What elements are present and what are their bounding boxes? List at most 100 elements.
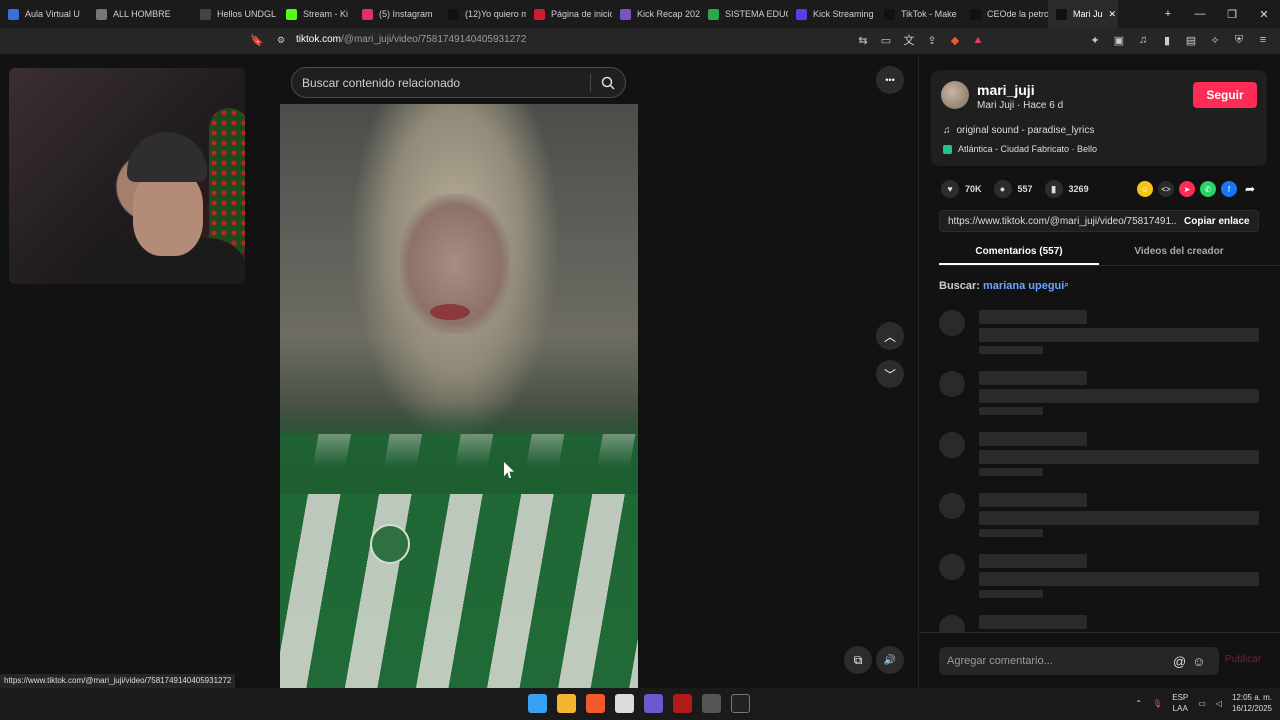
language-indicator[interactable]: ESP LAA xyxy=(1172,692,1188,714)
site-info-icon[interactable]: ⚙ xyxy=(277,35,285,46)
mention-icon[interactable]: @ xyxy=(1173,654,1186,669)
file-explorer-icon[interactable] xyxy=(557,694,576,713)
tab-favicon-icon xyxy=(286,8,297,20)
browser-tab[interactable]: ALL HOMBRE xyxy=(88,0,192,28)
pip-icon: ⧉ xyxy=(853,652,863,667)
menu-icon[interactable]: ≡ xyxy=(1256,33,1270,47)
related-search-input[interactable] xyxy=(302,75,582,90)
language-icon[interactable]: 文 xyxy=(902,33,916,47)
location-icon xyxy=(943,144,952,154)
copy-link-button[interactable]: Copiar enlace xyxy=(1184,216,1250,227)
heart-icon: ♥ xyxy=(941,180,959,198)
vpn-icon[interactable]: ⛨ xyxy=(1232,33,1246,47)
tab-creator-videos[interactable]: Videos del creador xyxy=(1099,240,1259,265)
new-tab-button[interactable]: + xyxy=(1152,0,1184,28)
repost-icon[interactable]: ☺ xyxy=(1137,181,1153,197)
translate-icon[interactable]: ⇆ xyxy=(856,33,870,47)
browser-tab[interactable]: Aula Virtual U xyxy=(0,0,88,28)
brave-shield-icon[interactable]: ◆ xyxy=(948,33,962,47)
picture-in-picture-button[interactable]: ⧉ xyxy=(844,646,872,674)
url-field[interactable]: tiktok.com/@mari_juji/video/758174914040… xyxy=(296,34,526,45)
tab-label: Hellos UNDGL xyxy=(217,9,277,19)
speaker-icon[interactable]: ◁ xyxy=(1216,699,1222,708)
comment-button[interactable]: ● 557 xyxy=(993,180,1033,198)
tab-favicon-icon xyxy=(8,8,19,20)
browser-tab[interactable]: Kick Streaming xyxy=(788,0,876,28)
clock[interactable]: 12:05 a. m. 16/12/2025 xyxy=(1232,692,1272,714)
browser-tab[interactable]: Página de inicio xyxy=(526,0,612,28)
follow-button[interactable]: Seguir xyxy=(1193,82,1257,108)
save-count: 3269 xyxy=(1068,184,1089,194)
browser-tab[interactable]: (12)Yo quiero m xyxy=(440,0,526,28)
browser-tab[interactable]: Hellos UNDGL xyxy=(192,0,278,28)
restore-button[interactable]: ❐ xyxy=(1216,0,1248,28)
creator-username[interactable]: mari_juji xyxy=(977,82,1035,98)
browser-tab[interactable]: SISTEMA EDUC xyxy=(700,0,788,28)
save-button[interactable]: ▮ 3269 xyxy=(1044,180,1089,198)
network-icon[interactable]: ▭ xyxy=(1198,699,1206,708)
browser-tab[interactable]: TikTok - Make xyxy=(876,0,962,28)
tab-label: SISTEMA EDUC xyxy=(725,9,788,19)
comment-count: 557 xyxy=(1017,184,1033,194)
game-icon[interactable] xyxy=(644,694,663,713)
music-link[interactable]: ♫ original sound - paradise_lyrics xyxy=(943,125,1094,136)
browser-tab[interactable]: (5) Instagram xyxy=(354,0,440,28)
more-options-button[interactable]: ••• xyxy=(876,66,904,94)
obs-icon[interactable] xyxy=(702,694,721,713)
location-text: Atlántica - Ciudad Fabricato · Bello xyxy=(958,144,1098,154)
share-options: ☺ <> ➤ ✆ f ➦ xyxy=(1137,181,1258,197)
close-window-button[interactable]: ✕ xyxy=(1248,0,1280,28)
facebook-icon[interactable]: f xyxy=(1221,181,1237,197)
publish-button[interactable]: Publicar xyxy=(1225,654,1261,665)
tab-favicon-icon xyxy=(884,8,895,20)
previous-video-button[interactable]: ︿ xyxy=(876,322,904,350)
tab-label: Mari Ju xyxy=(1073,9,1103,19)
media-icon[interactable]: ♫ xyxy=(1136,33,1150,47)
next-video-button[interactable]: ﹀ xyxy=(876,360,904,388)
screenshot-icon[interactable]: ▣ xyxy=(1112,33,1126,47)
video-player[interactable] xyxy=(280,104,638,688)
microphone-icon[interactable]: 🎙 xyxy=(1152,699,1162,708)
browser-tab[interactable]: Kick Recap 202 xyxy=(612,0,700,28)
like-button[interactable]: ♥ 70K xyxy=(941,180,982,198)
share-arrow-icon[interactable]: ➦ xyxy=(1242,181,1258,197)
send-icon[interactable]: ➤ xyxy=(1179,181,1195,197)
comment-skeleton xyxy=(939,432,1259,482)
avatar[interactable] xyxy=(941,81,969,109)
search-button[interactable] xyxy=(591,76,625,90)
chevron-up-icon[interactable]: ⌃ xyxy=(1135,699,1142,708)
status-bar-url: https://www.tiktok.com/@mari_juji/video/… xyxy=(0,674,236,688)
epic-games-icon[interactable] xyxy=(731,694,750,713)
windows-start-icon[interactable] xyxy=(528,694,547,713)
store-icon[interactable] xyxy=(615,694,634,713)
whatsapp-icon[interactable]: ✆ xyxy=(1200,181,1216,197)
browser-tab[interactable]: Mari Ju ✕ xyxy=(1048,0,1118,28)
tab-label: (12)Yo quiero m xyxy=(465,9,526,19)
brave-browser-icon[interactable] xyxy=(586,694,605,713)
cast-icon[interactable]: ▭ xyxy=(879,33,893,47)
volume-button[interactable]: 🔊 xyxy=(876,646,904,674)
tab-favicon-icon xyxy=(200,8,211,20)
voicemeeter-icon[interactable] xyxy=(673,694,692,713)
search-suggestion-term[interactable]: mariana upegui xyxy=(983,280,1064,292)
emoji-icon[interactable]: ☺ xyxy=(1192,654,1205,669)
tab-favicon-icon xyxy=(970,8,981,20)
tab-label: Kick Streaming xyxy=(813,9,874,19)
embed-icon[interactable]: <> xyxy=(1158,181,1174,197)
comment-input[interactable] xyxy=(947,655,1167,667)
sidebar-icon[interactable]: ▮ xyxy=(1160,33,1174,47)
close-tab-icon[interactable]: ✕ xyxy=(1109,9,1117,20)
bookmark-icon[interactable]: 🔖 xyxy=(250,34,264,47)
leo-icon[interactable]: ✧ xyxy=(1208,33,1222,47)
browser-tab[interactable]: CEOde la petro xyxy=(962,0,1048,28)
location-link[interactable]: Atlántica - Ciudad Fabricato · Bello xyxy=(943,144,1097,154)
share-icon[interactable]: ⇪ xyxy=(925,33,939,47)
rewards-icon[interactable]: ▲ xyxy=(971,33,985,47)
minimize-button[interactable]: — xyxy=(1184,0,1216,28)
browser-tab[interactable]: Stream - Ki xyxy=(278,0,354,28)
search-suggestion[interactable]: Buscar: mariana upegui⌕ xyxy=(939,280,1069,292)
wallet-icon[interactable]: ▤ xyxy=(1184,33,1198,47)
extensions-icon[interactable]: ✦ xyxy=(1088,33,1102,47)
tab-comments[interactable]: Comentarios (557) xyxy=(939,240,1099,265)
tab-favicon-icon xyxy=(362,8,373,20)
